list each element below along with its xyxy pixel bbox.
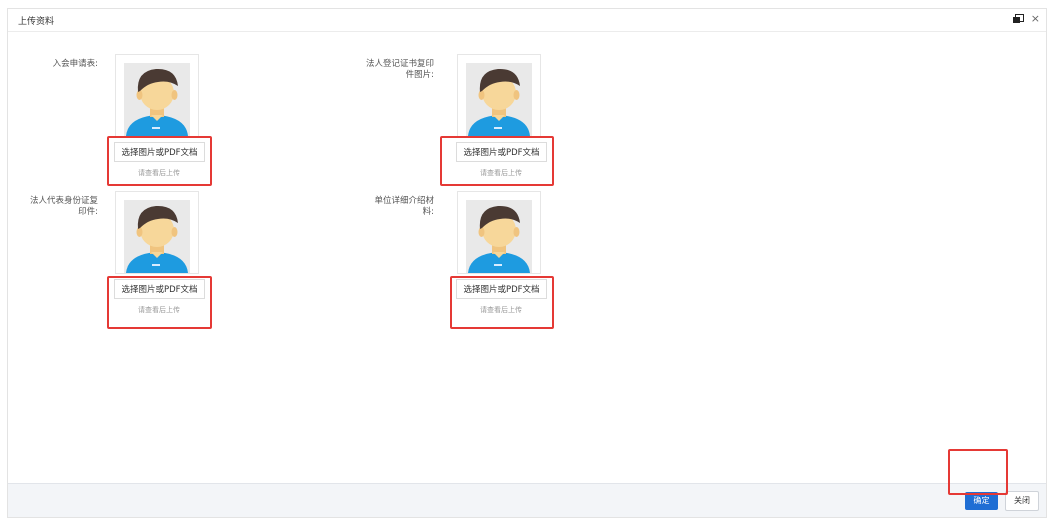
upload-hint: 请查看后上传 (138, 306, 180, 314)
avatar-preview (115, 54, 199, 137)
avatar-preview (115, 191, 199, 274)
default-avatar-icon (124, 63, 190, 136)
close-button[interactable]: 关闭 (1005, 491, 1039, 511)
field-label-legal-rep-id: 法人代表身份证复 印件: (29, 196, 98, 217)
upload-hint: 请查看后上传 (480, 169, 522, 177)
uploader-application-form: 选择图片或PDF文档 请查看后上传 (114, 54, 205, 177)
field-label-application-form: 入会申请表: (52, 59, 98, 69)
confirm-button[interactable]: 确定 (965, 492, 998, 510)
uploader-company-intro: 选择图片或PDF文档 请查看后上传 (456, 191, 547, 314)
close-icon[interactable]: × (1031, 13, 1040, 24)
upload-hint: 请查看后上传 (480, 306, 522, 314)
default-avatar-icon (466, 63, 532, 136)
uploader-registration-certificate: 选择图片或PDF文档 请查看后上传 (456, 54, 547, 177)
uploader-legal-rep-id: 选择图片或PDF文档 请查看后上传 (114, 191, 205, 314)
choose-file-button[interactable]: 选择图片或PDF文档 (114, 279, 205, 299)
choose-file-button[interactable]: 选择图片或PDF文档 (456, 279, 547, 299)
avatar-preview (457, 54, 541, 137)
field-label-registration-certificate: 法人登记证书复印 件图片: (365, 59, 434, 80)
avatar-preview (457, 191, 541, 274)
upload-dialog: 上传资料 × 入会申请表: 选择图片或PDF文档 请查看后上传 法人登记证书复印… (7, 8, 1047, 518)
dialog-titlebar: 上传资料 × (8, 9, 1046, 32)
default-avatar-icon (124, 200, 190, 273)
dialog-title: 上传资料 (18, 17, 55, 27)
choose-file-button[interactable]: 选择图片或PDF文档 (456, 142, 547, 162)
choose-file-button[interactable]: 选择图片或PDF文档 (114, 142, 205, 162)
dialog-footer: 确定 关闭 (8, 483, 1046, 517)
default-avatar-icon (466, 200, 532, 273)
upload-hint: 请查看后上传 (138, 169, 180, 177)
field-label-company-intro: 单位详细介绍材 料: (374, 196, 434, 217)
restore-window-icon[interactable] (1012, 14, 1024, 24)
